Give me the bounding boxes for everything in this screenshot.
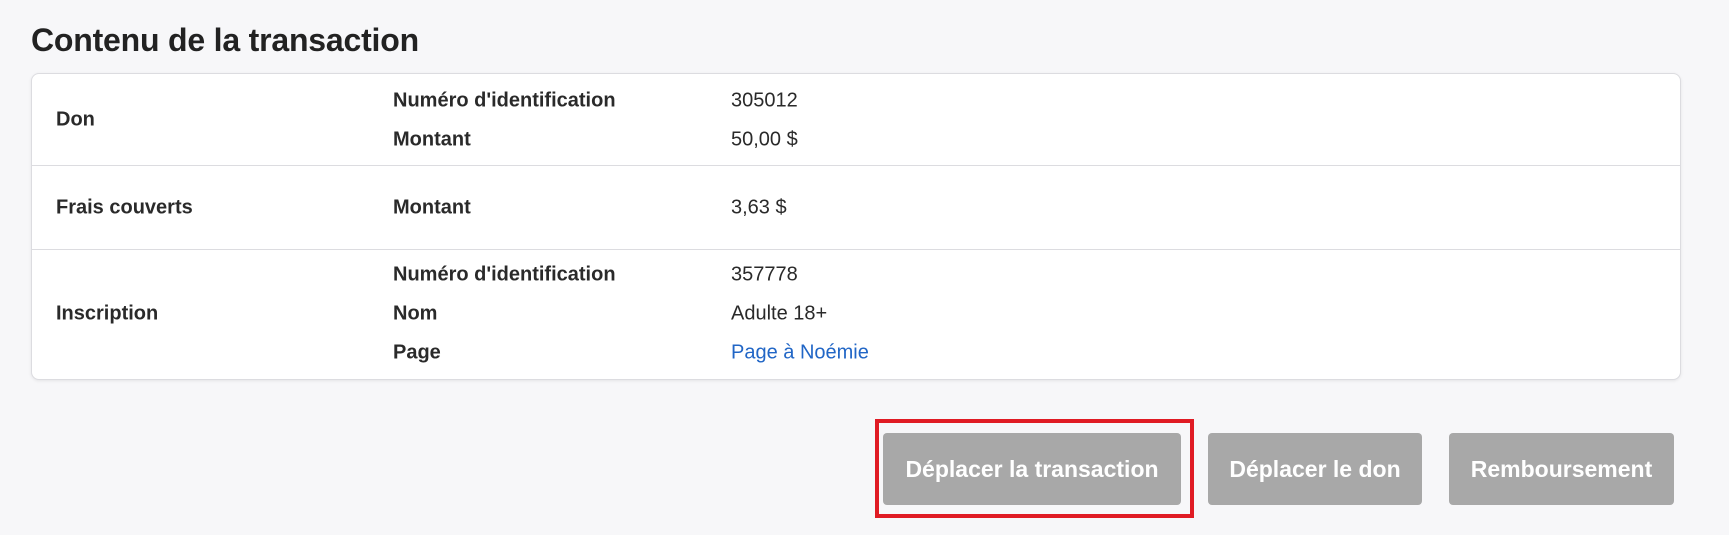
- move-donation-button[interactable]: Déplacer le don: [1208, 433, 1422, 505]
- page-link[interactable]: Page à Noémie: [731, 342, 869, 365]
- row-label-inscription: Inscription: [56, 302, 159, 325]
- field-label-frais-amount: Montant: [393, 196, 471, 219]
- transaction-details-card: Don Numéro d'identification 305012 Monta…: [31, 73, 1681, 380]
- row-don: Don Numéro d'identification 305012 Monta…: [32, 74, 1680, 166]
- field-value-inscription-id: 357778: [731, 263, 798, 286]
- field-label-don-id: Numéro d'identification: [393, 89, 616, 112]
- row-label-frais: Frais couverts: [56, 196, 193, 219]
- field-value-don-amount: 50,00 $: [731, 128, 798, 151]
- move-transaction-button[interactable]: Déplacer la transaction: [883, 433, 1181, 505]
- row-frais-couverts: Frais couverts Montant 3,63 $: [32, 166, 1680, 250]
- row-label-don: Don: [56, 108, 95, 131]
- field-label-inscription-id: Numéro d'identification: [393, 263, 616, 286]
- refund-button[interactable]: Remboursement: [1449, 433, 1674, 505]
- field-label-don-amount: Montant: [393, 128, 471, 151]
- field-value-inscription-name: Adulte 18+: [731, 302, 828, 325]
- row-inscription: Inscription Numéro d'identification 3577…: [32, 250, 1680, 379]
- field-label-inscription-name: Nom: [393, 302, 438, 325]
- transaction-content-page: Contenu de la transaction Don Numéro d'i…: [0, 0, 1729, 535]
- field-label-inscription-page: Page: [393, 341, 441, 364]
- field-value-don-id: 305012: [731, 89, 798, 112]
- field-value-frais-amount: 3,63 $: [731, 196, 787, 219]
- section-title: Contenu de la transaction: [31, 22, 419, 58]
